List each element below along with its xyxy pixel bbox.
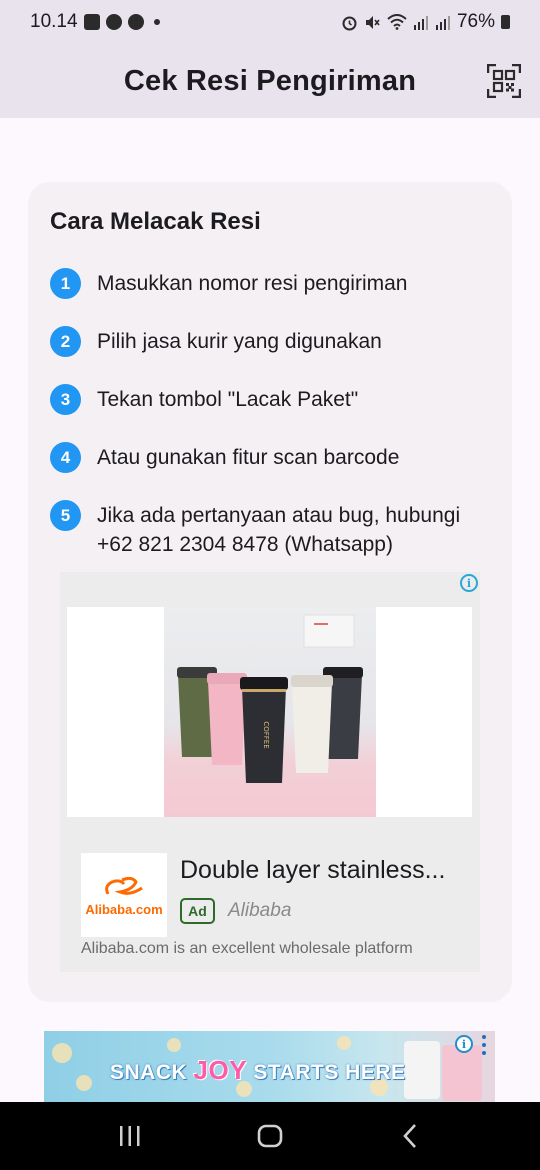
app-notification-icon [105,14,122,30]
step-number: 1 [50,268,81,299]
step-item-1: 1 Masukkan nomor resi pengiriman [50,268,490,299]
banner-slogan: SNACK JOY STARTS HERE [110,1055,406,1086]
step-list: 1 Masukkan nomor resi pengiriman 2 Pilih… [50,268,490,586]
ad-media[interactable]: COFFEE [67,607,472,817]
step-item-5: 5 Jika ada pertanyaan atau bug, hubungi … [50,500,490,559]
step-number: 4 [50,442,81,473]
back-icon [403,1124,416,1148]
ad-info-icon[interactable]: i [460,574,478,592]
status-bar: 10.14 76% [0,0,540,44]
signal-icon [413,15,428,30]
alarm-icon [342,16,357,30]
recent-apps-icon [120,1126,140,1146]
qr-scan-icon [487,64,521,98]
home-icon [257,1124,283,1148]
ad-badge: Ad [180,898,215,924]
cup-label: COFFEE [262,721,270,748]
mute-icon [365,15,380,29]
advertiser-logo[interactable]: Alibaba.com [81,853,167,937]
step-item-2: 2 Pilih jasa kurir yang digunakan [50,326,490,357]
ad-headline[interactable]: Double layer stainless... [180,856,445,885]
step-text: Jika ada pertanyaan atau bug, hubungi +6… [97,504,461,556]
ad-advertiser-name: Alibaba [228,900,292,921]
wifi-icon [387,14,407,30]
step-item-4: 4 Atau gunakan fitur scan barcode [50,442,490,473]
guide-card: Cara Melacak Resi 1 Masukkan nomor resi … [28,182,512,1002]
banner-text-joy: JOY [193,1055,248,1085]
step-number: 3 [50,384,81,415]
native-ad[interactable]: i COFFEE Alibaba.com Double layer stainl… [60,572,480,972]
ad-description: Alibaba.com is an excellent wholesale pl… [81,940,413,957]
battery-icon [501,15,510,29]
ad-product-image: COFFEE [164,607,376,817]
banner-text-snack: SNACK [110,1061,188,1084]
status-time: 10.14 [30,11,78,32]
gallery-icon [83,14,100,30]
advertiser-logo-text: Alibaba.com [85,901,163,917]
guide-title: Cara Melacak Resi [50,208,261,235]
step-text: Masukkan nomor resi pengiriman [97,272,408,295]
qr-scan-button[interactable] [484,61,524,101]
system-nav-bar [0,1102,540,1170]
recent-apps-button[interactable] [100,1116,160,1156]
app-bar: Cek Resi Pengiriman [0,44,540,118]
step-text: Tekan tombol "Lacak Paket" [97,388,359,411]
battery-percent: 76% [456,11,495,32]
step-text: Atau gunakan fitur scan barcode [97,446,400,469]
step-item-3: 3 Tekan tombol "Lacak Paket" [50,384,490,415]
alibaba-logo-icon [105,876,143,895]
banner-more-icon[interactable] [479,1035,489,1055]
back-button[interactable] [380,1116,440,1156]
step-text: Pilih jasa kurir yang digunakan [97,330,382,353]
banner-text-starts-here: STARTS HERE [253,1061,406,1084]
more-notifications-icon [153,19,160,25]
home-button[interactable] [240,1116,300,1156]
sync-icon [127,14,144,30]
page-title: Cek Resi Pengiriman [123,64,417,97]
step-number: 5 [50,500,81,531]
banner-ad[interactable]: SNACK JOY STARTS HERE i [44,1031,495,1102]
coffee-cups-illustration: COFFEE [177,614,363,783]
banner-info-icon[interactable]: i [455,1035,473,1053]
step-number: 2 [50,326,81,357]
signal-icon-2 [435,15,450,30]
